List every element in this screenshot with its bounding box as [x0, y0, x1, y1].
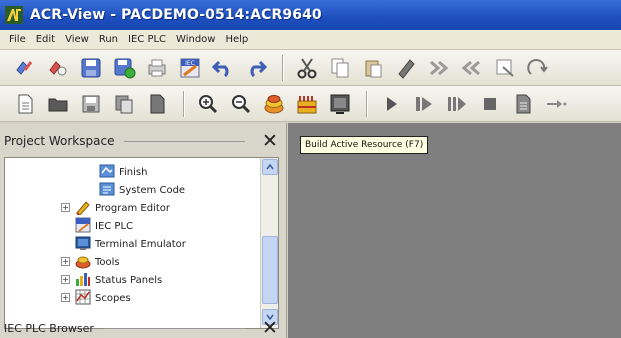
outdent-icon[interactable] [457, 53, 487, 83]
panel-divider [103, 327, 245, 329]
tools-icon [75, 253, 91, 272]
iec-plc-browser-panel-header: IEC PLC Browser ✕ [0, 317, 287, 338]
title-bar: ACR-View - PACDEMO-0514:ACR9640 [0, 0, 621, 30]
tree-item-label: Terminal Emulator [95, 238, 186, 250]
indent-icon[interactable] [424, 53, 454, 83]
tree-item-tools[interactable]: Tools [75, 253, 120, 271]
save-icon[interactable] [76, 53, 106, 83]
scopes-icon [75, 289, 91, 308]
system-code-icon [99, 181, 115, 200]
toolbar-separator [183, 90, 185, 117]
menu-edit[interactable]: Edit [31, 34, 60, 45]
tree-item-label: IEC PLC [95, 220, 134, 232]
tree-item-status-panels[interactable]: Status Panels [75, 271, 162, 289]
close-icon[interactable]: ✕ [259, 317, 281, 338]
toolbar-separator [366, 90, 368, 117]
project-workspace-panel: Project Workspace ✕ Finish System Code +… [0, 123, 287, 338]
undo-icon[interactable] [208, 53, 238, 83]
tree-item-program-editor[interactable]: Program Editor [75, 199, 170, 217]
tree-item-label: Scopes [95, 292, 131, 304]
step-over-icon[interactable] [442, 89, 472, 119]
tree-item-finish[interactable]: Finish [99, 163, 147, 181]
tree-scrollbar[interactable] [260, 158, 278, 328]
menu-help[interactable]: Help [220, 34, 253, 45]
rebuild-icon[interactable] [292, 89, 322, 119]
iec-plc-icon [75, 217, 91, 236]
scroll-thumb[interactable] [262, 236, 278, 304]
tree-item-iec-plc[interactable]: IEC PLC [75, 217, 133, 235]
copy-file-icon[interactable] [109, 89, 139, 119]
open-folder-icon[interactable] [43, 89, 73, 119]
new-document-icon[interactable] [10, 89, 40, 119]
monitor-icon[interactable] [325, 89, 355, 119]
chevron-up-icon [266, 164, 274, 170]
toolbar-separator [282, 54, 284, 81]
copy-icon[interactable] [325, 53, 355, 83]
iec-settings-icon[interactable]: IEC [175, 53, 205, 83]
terminal-emulator-icon [75, 235, 91, 254]
program-editor-icon [75, 199, 91, 218]
document-icon[interactable] [142, 89, 172, 119]
menu-file[interactable]: File [4, 34, 31, 45]
expand-button[interactable]: + [61, 257, 70, 266]
panel-title: Project Workspace [4, 134, 115, 148]
menu-bar: File Edit View Run IEC PLC Window Help [0, 30, 621, 50]
scroll-up-button[interactable] [262, 159, 278, 175]
expand-button[interactable]: + [61, 203, 70, 212]
panel-divider [124, 140, 245, 142]
svg-text:IEC: IEC [185, 60, 195, 67]
connect-icon[interactable] [10, 53, 40, 83]
save-all-icon[interactable] [109, 53, 139, 83]
project-tree: Finish System Code + Program Editor IEC … [4, 157, 279, 329]
print-icon[interactable] [142, 53, 172, 83]
menu-run[interactable]: Run [94, 34, 123, 45]
finish-icon [99, 163, 115, 182]
tree-item-label: Finish [119, 166, 148, 178]
menu-view[interactable]: View [60, 34, 94, 45]
build-toolbar [0, 86, 621, 122]
zoom-out-icon[interactable] [226, 89, 256, 119]
main-workspace [288, 123, 621, 338]
tree-item-terminal-emulator[interactable]: Terminal Emulator [75, 235, 186, 253]
step-icon[interactable] [409, 89, 439, 119]
arrow-icon[interactable] [541, 89, 571, 119]
menu-iec-plc[interactable]: IEC PLC [123, 34, 171, 45]
close-icon[interactable]: ✕ [259, 130, 281, 152]
stop-icon[interactable] [475, 89, 505, 119]
cut-icon[interactable] [292, 53, 322, 83]
window-title: ACR-View - PACDEMO-0514:ACR9640 [30, 7, 322, 23]
app-logo-icon [4, 5, 24, 25]
tree-item-system-code[interactable]: System Code [99, 181, 185, 199]
tree-item-label: Tools [95, 256, 120, 268]
main-toolbar: IEC [0, 50, 621, 86]
panel-header: Project Workspace ✕ [0, 129, 287, 153]
uncomment-icon[interactable] [523, 53, 553, 83]
save-file-icon[interactable] [76, 89, 106, 119]
redo-icon[interactable] [241, 53, 271, 83]
tooltip: Build Active Resource (F7) [300, 136, 429, 154]
disconnect-icon[interactable] [43, 53, 73, 83]
run-icon[interactable] [376, 89, 406, 119]
paste-icon[interactable] [358, 53, 388, 83]
find-icon[interactable] [391, 53, 421, 83]
status-panels-icon [75, 271, 91, 290]
expand-button[interactable]: + [61, 293, 70, 302]
panel-title: IEC PLC Browser [4, 321, 94, 335]
zoom-in-icon[interactable] [193, 89, 223, 119]
build-active-resource-icon[interactable] [259, 89, 289, 119]
tree-item-label: System Code [119, 184, 186, 196]
tree-item-scopes[interactable]: Scopes [75, 289, 131, 307]
expand-button[interactable]: + [61, 275, 70, 284]
tree-item-label: Program Editor [95, 202, 170, 214]
page-icon[interactable] [508, 89, 538, 119]
tree-item-label: Status Panels [95, 274, 163, 286]
menu-window[interactable]: Window [171, 34, 220, 45]
comment-icon[interactable] [490, 53, 520, 83]
